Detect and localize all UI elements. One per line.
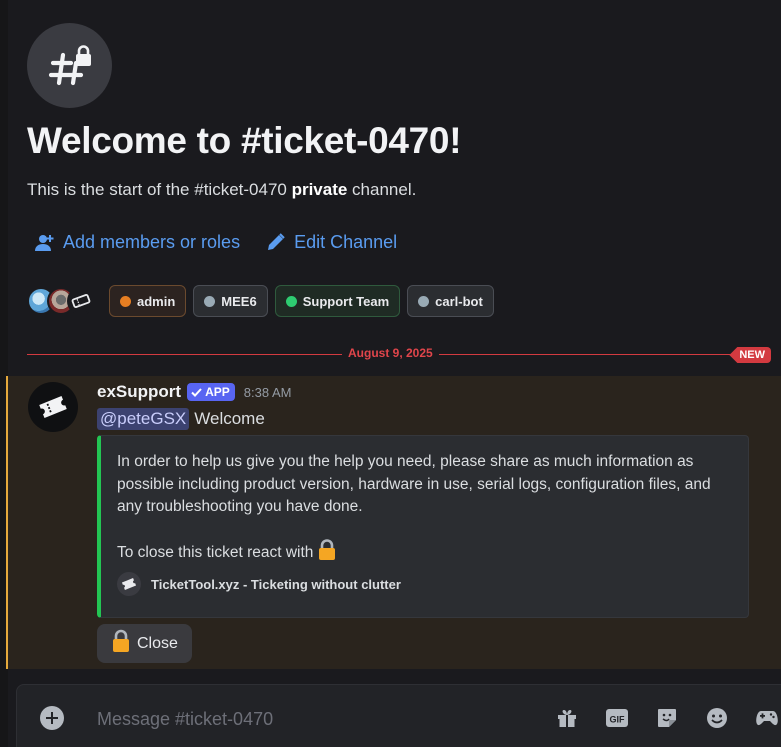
message-header: exSupport APP 8:38 AM (97, 382, 291, 402)
channel-intro-text: This is the start of the #ticket-0470 pr… (27, 180, 416, 200)
intro-bold: private (291, 180, 348, 199)
user-mention[interactable]: @peteGSX (97, 408, 190, 430)
lock-emoji-icon (317, 539, 337, 566)
message-embed: In order to help us give you the help yo… (97, 435, 749, 618)
sticker-icon[interactable] (650, 705, 683, 731)
embed-footer-text: TicketTool.xyz - Ticketing without clutt… (151, 576, 401, 592)
checkmark-icon (191, 387, 202, 397)
message-item: exSupport APP 8:38 AM @peteGSX Welcome I… (6, 376, 781, 669)
close-ticket-button[interactable]: Close (97, 624, 192, 663)
role-chip-carl-bot[interactable]: carl-bot (407, 285, 494, 317)
add-members-button[interactable]: Add members or roles (34, 232, 240, 253)
embed-description: In order to help us give you the help yo… (117, 453, 711, 515)
plus-icon (46, 712, 58, 724)
message-composer: GIF (16, 684, 781, 747)
app-tag: APP (187, 383, 235, 401)
member-row: admin MEE6 Support Team carl-bot (27, 285, 501, 317)
close-button-label: Close (137, 634, 178, 652)
add-member-icon (34, 234, 54, 252)
edit-channel-label: Edit Channel (294, 232, 398, 252)
channel-welcome-title: Welcome to #ticket-0470! (27, 120, 462, 161)
intro-prefix: This is the start of the #ticket-0470 (27, 180, 292, 199)
svg-text:GIF: GIF (609, 715, 625, 725)
role-chip-mee6[interactable]: MEE6 (193, 285, 268, 317)
app-tag-label: APP (205, 385, 230, 399)
role-chip-admin[interactable]: admin (109, 285, 187, 317)
message-content: @peteGSX Welcome (97, 408, 265, 430)
game-controller-icon[interactable] (750, 705, 781, 731)
ticket-tool-icon (117, 572, 141, 596)
ticket-bot-avatar[interactable] (67, 287, 95, 315)
role-label: MEE6 (221, 293, 257, 309)
private-channel-icon (27, 23, 112, 108)
embed-close-instructions: To close this ticket react with (117, 539, 337, 566)
embed-footer: TicketTool.xyz - Ticketing without clutt… (117, 572, 401, 596)
message-input[interactable] (97, 707, 517, 731)
message-text: Welcome (194, 409, 265, 428)
role-label: Support Team (302, 293, 390, 309)
channel-actions: Add members or roles Edit Channel (34, 232, 397, 253)
add-attachment-button[interactable] (40, 706, 64, 730)
intro-suffix: channel. (347, 180, 417, 199)
role-label: admin (137, 293, 176, 309)
role-label: carl-bot (435, 293, 483, 309)
role-chip-support-team[interactable]: Support Team (274, 285, 401, 317)
divider-date: August 9, 2025 (342, 346, 439, 360)
embed-close-text: To close this ticket react with (117, 543, 314, 561)
new-badge: NEW (729, 347, 771, 363)
message-username[interactable]: exSupport (97, 382, 181, 402)
edit-channel-button[interactable]: Edit Channel (266, 232, 397, 253)
add-members-label: Add members or roles (63, 232, 241, 252)
gift-icon[interactable] (550, 705, 583, 731)
pencil-icon (266, 233, 285, 252)
role-color-dot (120, 295, 131, 307)
lock-icon (111, 629, 131, 658)
member-avatars (27, 287, 95, 315)
message-timestamp: 8:38 AM (243, 384, 292, 400)
bot-avatar[interactable] (28, 382, 78, 432)
role-color-dot (285, 295, 297, 307)
role-color-dot (418, 295, 430, 307)
role-color-dot (204, 295, 216, 307)
emoji-icon[interactable] (700, 705, 733, 731)
composer-icons: GIF (550, 705, 781, 731)
gif-icon[interactable]: GIF (600, 705, 633, 731)
